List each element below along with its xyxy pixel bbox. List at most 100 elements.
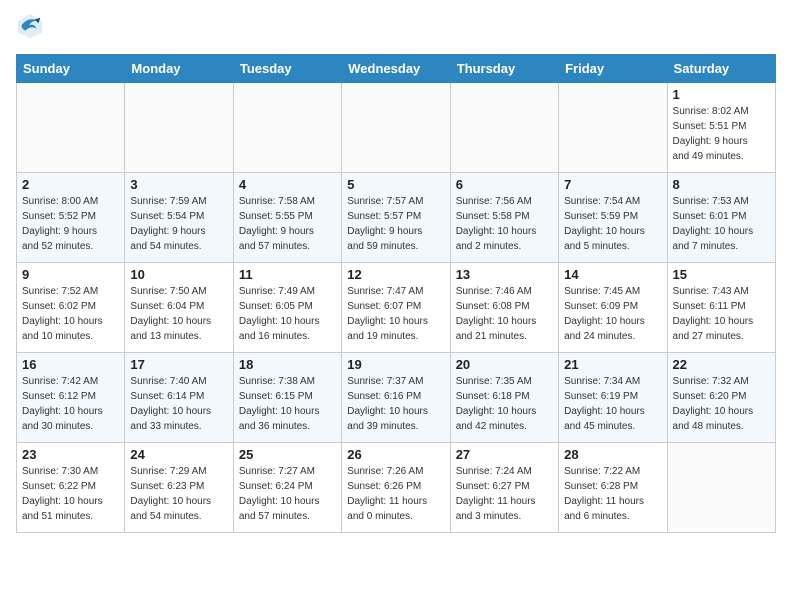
calendar-cell: 16 Sunrise: 7:42 AM Sunset: 6:12 PM Dayli… [17,353,125,443]
calendar-cell: 27 Sunrise: 7:24 AM Sunset: 6:27 PM Dayli… [450,443,558,533]
day-number: 27 [456,447,553,462]
calendar-cell: 28Sunrise: 7:22 AM Sunset: 6:28 PM Dayli… [559,443,667,533]
day-info: Sunrise: 7:50 AM Sunset: 6:04 PM Dayligh… [130,284,227,344]
day-number: 8 [673,177,770,192]
day-number: 28 [564,447,661,462]
day-info: Sunrise: 7:49 AM Sunset: 6:05 PM Dayligh… [239,284,336,344]
day-number: 23 [22,447,119,462]
day-info: Sunrise: 7:54 AM Sunset: 5:59 PM Dayligh… [564,194,661,254]
day-info: Sunrise: 7:29 AM Sunset: 6:23 PM Dayligh… [130,464,227,524]
day-number: 15 [673,267,770,282]
day-number: 11 [239,267,336,282]
day-number: 2 [22,177,119,192]
weekday-header: Wednesday [342,55,450,83]
calendar-cell: 8 Sunrise: 7:53 AM Sunset: 6:01 PM Daylig… [667,173,775,263]
weekday-header: Friday [559,55,667,83]
logo [16,16,46,44]
calendar-cell: 11 Sunrise: 7:49 AM Sunset: 6:05 PM Dayli… [233,263,341,353]
day-number: 25 [239,447,336,462]
day-info: Sunrise: 7:30 AM Sunset: 6:22 PM Dayligh… [22,464,119,524]
day-info: Sunrise: 7:57 AM Sunset: 5:57 PM Dayligh… [347,194,444,254]
calendar-cell: 14Sunrise: 7:45 AM Sunset: 6:09 PM Dayli… [559,263,667,353]
calendar-cell: 3Sunrise: 7:59 AM Sunset: 5:54 PM Daylig… [125,173,233,263]
calendar-cell: 19 Sunrise: 7:37 AM Sunset: 6:16 PM Dayli… [342,353,450,443]
calendar-cell: 17 Sunrise: 7:40 AM Sunset: 6:14 PM Dayli… [125,353,233,443]
day-info: Sunrise: 7:38 AM Sunset: 6:15 PM Dayligh… [239,374,336,434]
day-number: 18 [239,357,336,372]
calendar-week-row: 23 Sunrise: 7:30 AM Sunset: 6:22 PM Dayli… [17,443,776,533]
day-number: 7 [564,177,661,192]
day-info: Sunrise: 7:34 AM Sunset: 6:19 PM Dayligh… [564,374,661,434]
day-number: 4 [239,177,336,192]
day-info: Sunrise: 7:27 AM Sunset: 6:24 PM Dayligh… [239,464,336,524]
weekday-header: Thursday [450,55,558,83]
calendar-cell: 4 Sunrise: 7:58 AM Sunset: 5:55 PM Daylig… [233,173,341,263]
calendar-cell: 7 Sunrise: 7:54 AM Sunset: 5:59 PM Daylig… [559,173,667,263]
day-info: Sunrise: 7:42 AM Sunset: 6:12 PM Dayligh… [22,374,119,434]
day-info: Sunrise: 7:40 AM Sunset: 6:14 PM Dayligh… [130,374,227,434]
day-info: Sunrise: 7:45 AM Sunset: 6:09 PM Dayligh… [564,284,661,344]
calendar-cell [233,83,341,173]
calendar-cell [559,83,667,173]
day-number: 1 [673,87,770,102]
day-info: Sunrise: 7:32 AM Sunset: 6:20 PM Dayligh… [673,374,770,434]
day-info: Sunrise: 7:47 AM Sunset: 6:07 PM Dayligh… [347,284,444,344]
day-number: 16 [22,357,119,372]
calendar-cell [342,83,450,173]
weekday-header: Sunday [17,55,125,83]
day-info: Sunrise: 7:56 AM Sunset: 5:58 PM Dayligh… [456,194,553,254]
calendar-cell: 9Sunrise: 7:52 AM Sunset: 6:02 PM Daylig… [17,263,125,353]
calendar-header-row: SundayMondayTuesdayWednesdayThursdayFrid… [17,55,776,83]
calendar-cell: 21 Sunrise: 7:34 AM Sunset: 6:19 PM Dayli… [559,353,667,443]
calendar-cell: 22 Sunrise: 7:32 AM Sunset: 6:20 PM Dayli… [667,353,775,443]
calendar-cell: 6 Sunrise: 7:56 AM Sunset: 5:58 PM Daylig… [450,173,558,263]
day-info: Sunrise: 7:26 AM Sunset: 6:26 PM Dayligh… [347,464,444,524]
day-number: 19 [347,357,444,372]
day-info: Sunrise: 7:37 AM Sunset: 6:16 PM Dayligh… [347,374,444,434]
day-number: 6 [456,177,553,192]
day-info: Sunrise: 7:59 AM Sunset: 5:54 PM Dayligh… [130,194,227,254]
calendar-week-row: 1 Sunrise: 8:02 AM Sunset: 5:51 PM Daylig… [17,83,776,173]
calendar-week-row: 16 Sunrise: 7:42 AM Sunset: 6:12 PM Dayli… [17,353,776,443]
day-info: Sunrise: 7:43 AM Sunset: 6:11 PM Dayligh… [673,284,770,344]
day-number: 22 [673,357,770,372]
calendar-cell: 25 Sunrise: 7:27 AM Sunset: 6:24 PM Dayli… [233,443,341,533]
day-info: Sunrise: 7:53 AM Sunset: 6:01 PM Dayligh… [673,194,770,254]
calendar-cell [450,83,558,173]
day-info: Sunrise: 7:35 AM Sunset: 6:18 PM Dayligh… [456,374,553,434]
day-number: 12 [347,267,444,282]
calendar-cell [125,83,233,173]
calendar-cell: 12 Sunrise: 7:47 AM Sunset: 6:07 PM Dayli… [342,263,450,353]
day-number: 21 [564,357,661,372]
calendar-cell: 5Sunrise: 7:57 AM Sunset: 5:57 PM Daylig… [342,173,450,263]
day-number: 13 [456,267,553,282]
calendar: SundayMondayTuesdayWednesdayThursdayFrid… [16,54,776,533]
calendar-cell: 13Sunrise: 7:46 AM Sunset: 6:08 PM Dayli… [450,263,558,353]
calendar-cell: 24 Sunrise: 7:29 AM Sunset: 6:23 PM Dayli… [125,443,233,533]
day-number: 26 [347,447,444,462]
day-number: 17 [130,357,227,372]
weekday-header: Tuesday [233,55,341,83]
calendar-cell: 18 Sunrise: 7:38 AM Sunset: 6:15 PM Dayli… [233,353,341,443]
calendar-week-row: 9Sunrise: 7:52 AM Sunset: 6:02 PM Daylig… [17,263,776,353]
day-info: Sunrise: 7:58 AM Sunset: 5:55 PM Dayligh… [239,194,336,254]
page-header [16,16,776,44]
weekday-header: Saturday [667,55,775,83]
calendar-cell [17,83,125,173]
calendar-week-row: 2 Sunrise: 8:00 AM Sunset: 5:52 PM Daylig… [17,173,776,263]
day-number: 10 [130,267,227,282]
day-info: Sunrise: 8:02 AM Sunset: 5:51 PM Dayligh… [673,104,770,164]
day-number: 24 [130,447,227,462]
weekday-header: Monday [125,55,233,83]
day-number: 20 [456,357,553,372]
calendar-cell: 20 Sunrise: 7:35 AM Sunset: 6:18 PM Dayli… [450,353,558,443]
calendar-cell: 2 Sunrise: 8:00 AM Sunset: 5:52 PM Daylig… [17,173,125,263]
day-info: Sunrise: 7:24 AM Sunset: 6:27 PM Dayligh… [456,464,553,524]
calendar-cell: 10 Sunrise: 7:50 AM Sunset: 6:04 PM Dayli… [125,263,233,353]
logo-icon [16,12,44,40]
day-number: 9 [22,267,119,282]
calendar-cell: 26 Sunrise: 7:26 AM Sunset: 6:26 PM Dayli… [342,443,450,533]
calendar-cell: 23 Sunrise: 7:30 AM Sunset: 6:22 PM Dayli… [17,443,125,533]
day-info: Sunrise: 8:00 AM Sunset: 5:52 PM Dayligh… [22,194,119,254]
calendar-cell: 15 Sunrise: 7:43 AM Sunset: 6:11 PM Dayli… [667,263,775,353]
